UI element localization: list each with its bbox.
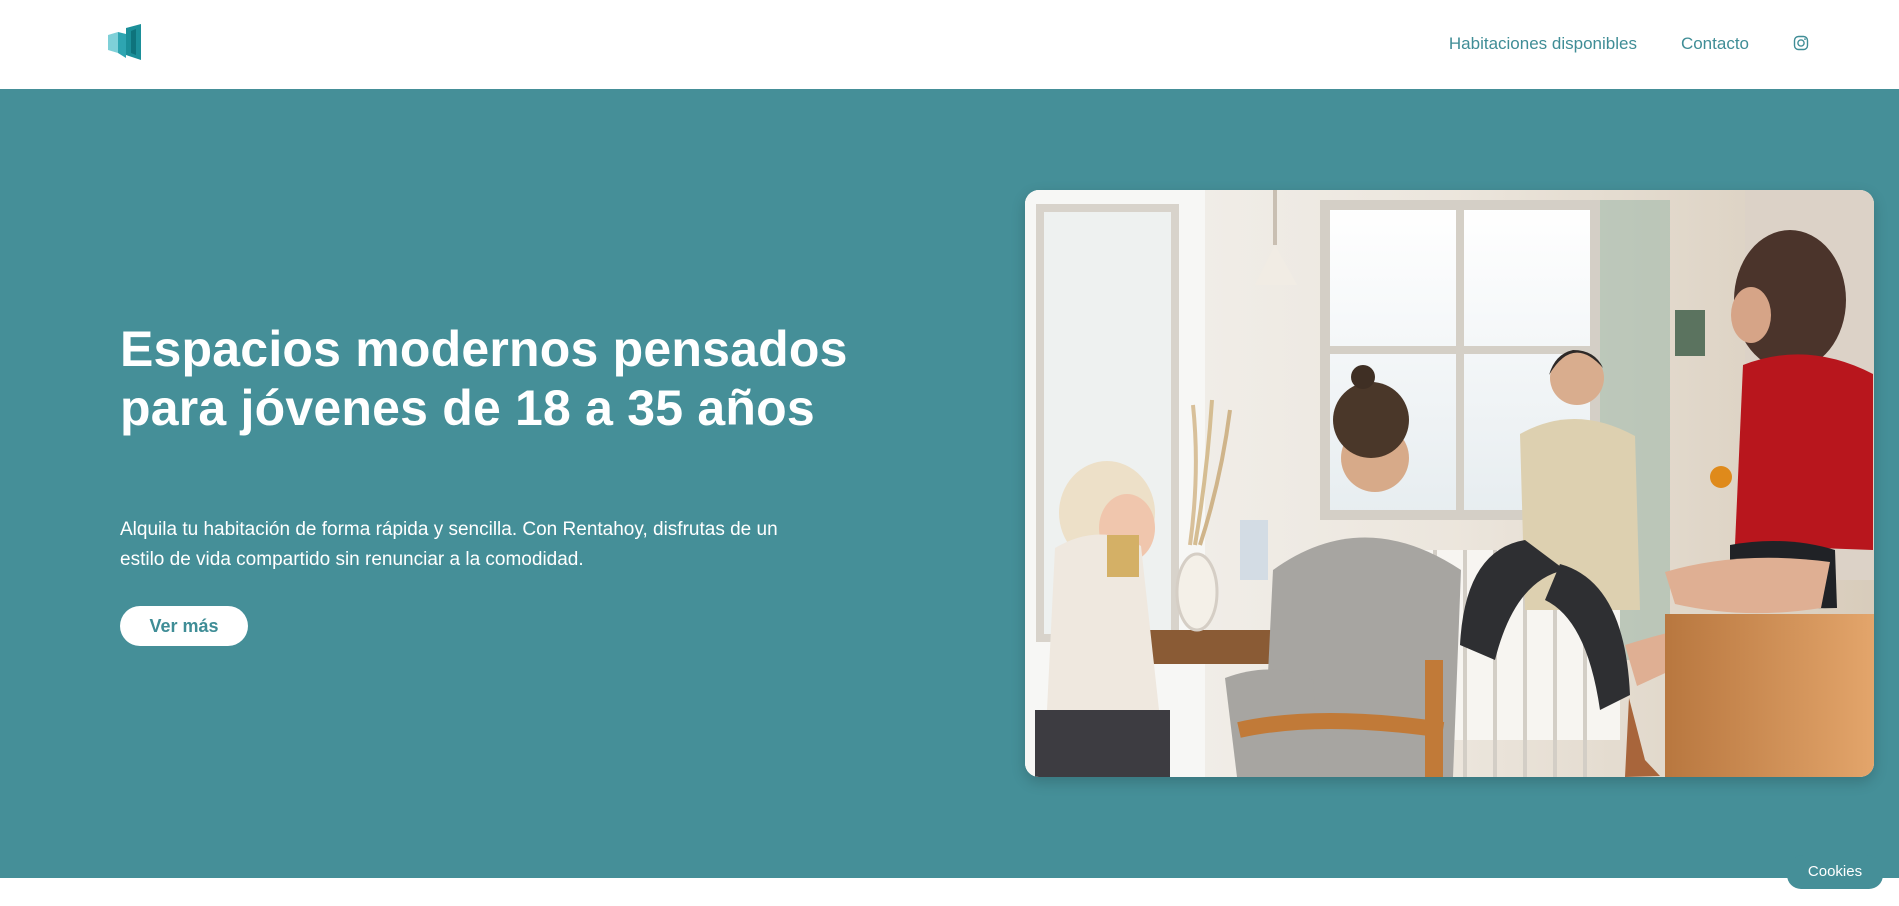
site-header: Habitaciones disponibles Contacto	[0, 0, 1899, 89]
nav-link-habitaciones[interactable]: Habitaciones disponibles	[1449, 34, 1637, 54]
hero-description: Alquila tu habitación de forma rápida y …	[120, 519, 778, 570]
hero-section: Espacios modernos pensados para jóvenes …	[0, 89, 1899, 878]
nav-link-contacto[interactable]: Contacto	[1681, 34, 1749, 54]
roommates-photo	[1025, 190, 1874, 777]
hero-photo	[1025, 190, 1874, 777]
instagram-icon[interactable]	[1793, 35, 1809, 51]
ver-mas-button[interactable]: Ver más	[120, 606, 248, 646]
hero-title: Espacios modernos pensados para jóvenes …	[120, 321, 848, 436]
building-logo-icon[interactable]	[108, 24, 142, 64]
cookies-button[interactable]: Cookies	[1787, 855, 1883, 889]
main-navigation: Habitaciones disponibles Contacto	[1449, 34, 1809, 54]
